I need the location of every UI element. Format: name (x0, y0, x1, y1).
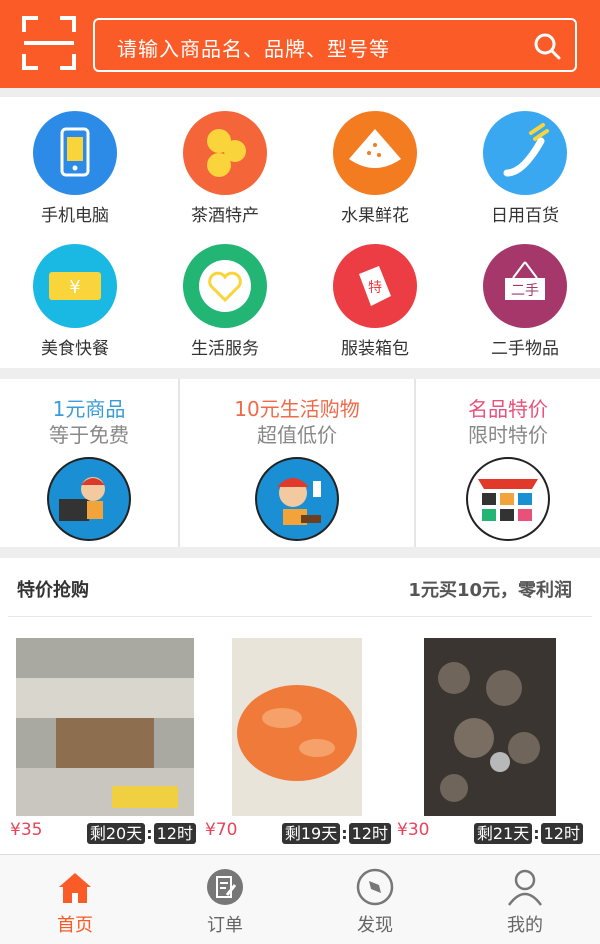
home-icon (59, 873, 91, 903)
compass-icon (356, 868, 394, 906)
category-tea-wine[interactable]: 茶酒特产 (150, 97, 300, 227)
product-image (424, 638, 556, 816)
product-price: ¥35 (10, 820, 43, 840)
promo-one-yuan[interactable]: 1元商品 等于免费 (0, 379, 178, 547)
promo-illustration (466, 457, 550, 541)
deals-title: 特价抢购 (17, 580, 89, 601)
tab-orders[interactable]: 订单 (150, 855, 300, 944)
deals-tagline: 1元买10元，零利润 (408, 580, 572, 601)
tab-discover[interactable]: 发现 (300, 855, 450, 944)
user-icon (507, 869, 543, 906)
heart-icon (183, 244, 267, 328)
category-phones[interactable]: 手机电脑 (0, 97, 150, 227)
toothbrush-icon (483, 111, 567, 195)
product-image (16, 638, 194, 816)
coins-icon (183, 111, 267, 195)
sign-icon: 二手 (483, 244, 567, 328)
search-placeholder: 请输入商品名、品牌、型号等 (117, 37, 390, 61)
top-bar: 请输入商品名、品牌、型号等 (0, 0, 600, 88)
product-card[interactable]: ¥70 剩19天:12时 (205, 638, 391, 848)
product-image (232, 638, 362, 816)
product-price: ¥30 (397, 820, 430, 840)
promo-brand-sale[interactable]: 名品特价 限时特价 (416, 379, 600, 547)
orders-icon (207, 869, 243, 905)
bottom-nav: 首页 订单 发现 我的 (0, 854, 600, 944)
promo-row: 1元商品 等于免费 10元生活购物 超值低价 名品特价 限时特价 (0, 379, 600, 547)
ticket-icon: ¥ (33, 244, 117, 328)
watermelon-icon (333, 111, 417, 195)
svg-text:二手: 二手 (511, 283, 539, 299)
product-card[interactable]: ¥30 剩21天:12时 (397, 638, 583, 848)
svg-text:特: 特 (368, 280, 382, 296)
special-deals: 特价抢购 1元买10元，零利润 ¥35 剩20天:12时 ¥70 剩19天:12… (0, 558, 600, 856)
countdown: 剩19天:12时 (281, 820, 391, 844)
category-grid: 手机电脑 茶酒特产 水果鲜花 日用百货 ¥ 美食快餐 生活服务 特 服装箱包 二… (0, 97, 600, 368)
search-icon[interactable] (533, 32, 561, 60)
category-second-hand[interactable]: 二手 二手物品 (450, 230, 600, 360)
product-card[interactable]: ¥35 剩20天:12时 (10, 638, 196, 848)
tag-icon: 特 (333, 244, 417, 328)
product-price: ¥70 (205, 820, 238, 840)
search-input[interactable]: 请输入商品名、品牌、型号等 (93, 18, 577, 72)
scan-icon[interactable] (22, 16, 76, 70)
category-clothing[interactable]: 特 服装箱包 (300, 230, 450, 360)
countdown: 剩20天:12时 (86, 820, 196, 844)
tab-home[interactable]: 首页 (0, 855, 150, 944)
countdown: 剩21天:12时 (473, 820, 583, 844)
promo-illustration (47, 457, 131, 541)
category-daily-goods[interactable]: 日用百货 (450, 97, 600, 227)
category-services[interactable]: 生活服务 (150, 230, 300, 360)
svg-text:¥: ¥ (69, 277, 80, 298)
category-food[interactable]: ¥ 美食快餐 (0, 230, 150, 360)
category-fruit-flowers[interactable]: 水果鲜花 (300, 97, 450, 227)
phone-icon (33, 111, 117, 195)
promo-illustration (255, 457, 339, 541)
promo-ten-yuan[interactable]: 10元生活购物 超值低价 (180, 379, 414, 547)
tab-profile[interactable]: 我的 (450, 855, 600, 944)
